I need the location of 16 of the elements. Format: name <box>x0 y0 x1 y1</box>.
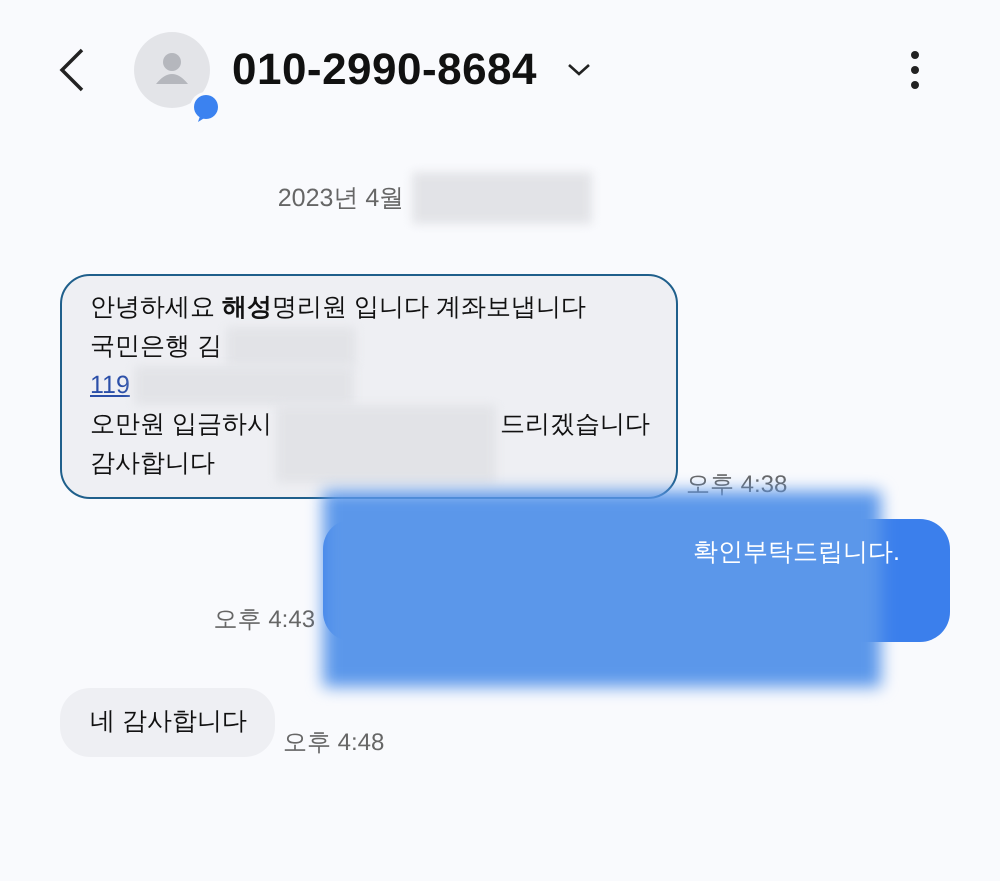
timestamp: 오후 4:38 <box>686 470 788 500</box>
message-text: 감사합니다 <box>90 448 215 479</box>
date-divider: 2023년 4월 <box>278 183 404 214</box>
message-text: 드리겠습니다 <box>500 409 650 440</box>
phone-link[interactable]: 119 <box>90 366 130 405</box>
message-text: 네 감사합니다 <box>90 706 247 737</box>
message-text: 확인부탁드립니다. <box>693 537 900 568</box>
timestamp: 오후 4:48 <box>282 728 384 758</box>
timestamp: 오후 4:43 <box>214 605 316 635</box>
message-text: 국민은행 김 <box>90 331 222 362</box>
more-options-icon[interactable] <box>910 50 920 90</box>
chevron-down-icon[interactable] <box>566 63 591 77</box>
back-icon[interactable] <box>58 48 86 92</box>
contact-number: 010-2990-8684 <box>232 44 537 96</box>
message-text: 오만원 입금하시 <box>90 409 272 440</box>
message-text: 안녕하세요 해성명리원 입니다 계좌보냅니다 <box>90 292 586 323</box>
